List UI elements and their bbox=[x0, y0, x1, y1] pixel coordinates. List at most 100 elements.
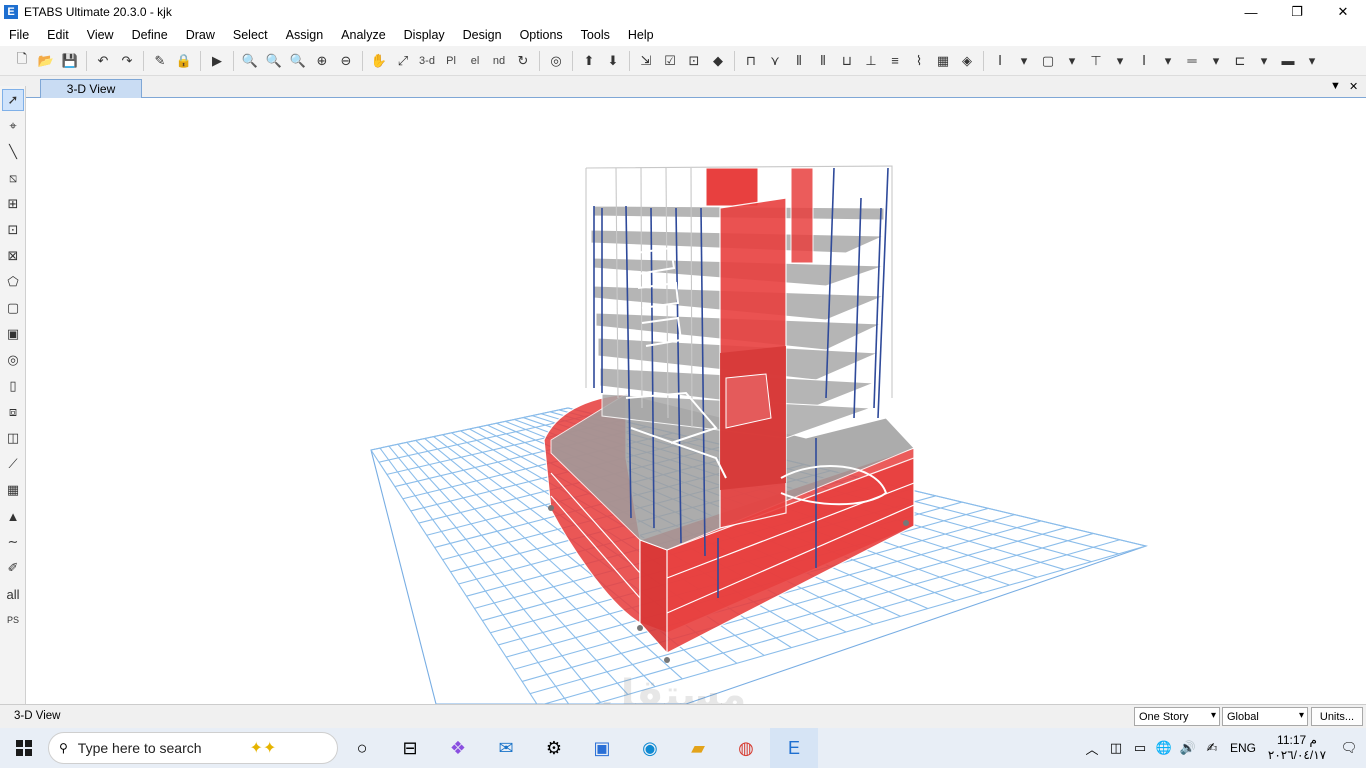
menu-define[interactable]: Define bbox=[123, 28, 177, 42]
link-icon[interactable]: ⊥ bbox=[859, 49, 883, 73]
task-view-icon[interactable]: ○ bbox=[338, 728, 386, 768]
zoom-restore-icon[interactable]: 🔍 bbox=[262, 49, 286, 73]
assign-icon[interactable]: ⊡ bbox=[682, 49, 706, 73]
joist-icon[interactable]: ⫴ bbox=[811, 49, 835, 73]
open-icon[interactable]: 📂 bbox=[34, 49, 58, 73]
undo-icon[interactable]: ↶ bbox=[91, 49, 115, 73]
support-icon[interactable]: ≡ bbox=[883, 49, 907, 73]
structural-model-drawing[interactable] bbox=[26, 98, 1366, 704]
brace-icon[interactable]: ⋎ bbox=[763, 49, 787, 73]
dashed-line-icon[interactable]: ═ bbox=[1180, 49, 1204, 73]
chevron-down-icon[interactable]: ▾ bbox=[1012, 49, 1036, 73]
wall-stack-icon[interactable]: ⊔ bbox=[835, 49, 859, 73]
menu-options[interactable]: Options bbox=[511, 28, 572, 42]
etabs-taskbar-icon[interactable]: E bbox=[770, 728, 818, 768]
object-shrink-icon[interactable]: ⇲ bbox=[634, 49, 658, 73]
zoom-out-icon[interactable]: ⊖ bbox=[334, 49, 358, 73]
slab-icon[interactable]: ▦ bbox=[931, 49, 955, 73]
section-display-icon[interactable]: ▢ bbox=[1036, 49, 1060, 73]
draw-line-icon[interactable]: ╲ bbox=[2, 141, 24, 163]
set-display-options-icon[interactable]: ☑ bbox=[658, 49, 682, 73]
channel-section-icon[interactable]: ⊏ bbox=[1228, 49, 1252, 73]
chevron-down-icon[interactable]: ▾ bbox=[1204, 49, 1228, 73]
reshape-icon[interactable]: ⌖ bbox=[2, 115, 24, 137]
chevron-down-icon[interactable]: ▾ bbox=[1252, 49, 1276, 73]
select-all-button[interactable]: all bbox=[2, 583, 24, 605]
story-select[interactable]: One Story ▾ bbox=[1134, 707, 1220, 726]
menu-draw[interactable]: Draw bbox=[177, 28, 224, 42]
zoom-in-icon[interactable]: ⊕ bbox=[310, 49, 334, 73]
tab-dropdown-icon[interactable]: ▼ bbox=[1330, 80, 1341, 92]
column-section-icon[interactable]: Ⅰ bbox=[1132, 49, 1156, 73]
draw-brace-icon[interactable]: ⊠ bbox=[2, 245, 24, 267]
menu-view[interactable]: View bbox=[78, 28, 123, 42]
save-icon[interactable]: 💾 bbox=[58, 49, 82, 73]
edge-browser-icon[interactable]: ◉ bbox=[626, 728, 674, 768]
3d-model-viewport[interactable] bbox=[26, 98, 1366, 704]
input-language[interactable]: ENG bbox=[1230, 741, 1256, 755]
close-button[interactable]: ✕ bbox=[1320, 0, 1366, 24]
quick-draw-icon[interactable]: ⊡ bbox=[2, 219, 24, 241]
draw-opening-icon[interactable]: ◎ bbox=[2, 349, 24, 371]
chrome-icon[interactable]: ◍ bbox=[722, 728, 770, 768]
perspective-icon[interactable]: ◎ bbox=[544, 49, 568, 73]
chevron-down-icon[interactable]: ▾ bbox=[1156, 49, 1180, 73]
refresh-view-icon[interactable]: ✎ bbox=[148, 49, 172, 73]
beam-icon[interactable]: ⫴ bbox=[787, 49, 811, 73]
tab-3d-view[interactable]: 3-D View bbox=[40, 79, 142, 98]
menu-assign[interactable]: Assign bbox=[277, 28, 333, 42]
menu-select[interactable]: Select bbox=[224, 28, 277, 42]
settings-icon[interactable]: ⚙ bbox=[530, 728, 578, 768]
menu-display[interactable]: Display bbox=[395, 28, 454, 42]
taskbar-search-box[interactable]: ⚲ Type here to search ✦✦ bbox=[48, 732, 338, 764]
draw-column-icon[interactable]: ⊞ bbox=[2, 193, 24, 215]
menu-edit[interactable]: Edit bbox=[38, 28, 78, 42]
frame-icon[interactable]: ⊓ bbox=[739, 49, 763, 73]
line-type-icon[interactable]: ▬ bbox=[1276, 49, 1300, 73]
view-3d-button[interactable]: 3-d bbox=[415, 49, 439, 73]
draw-dimension-icon[interactable]: ▲ bbox=[2, 505, 24, 527]
zoom-all-icon[interactable]: 🔍 bbox=[286, 49, 310, 73]
chevron-up-icon[interactable]: ︿ bbox=[1080, 739, 1104, 758]
measure-icon[interactable]: ⤢ bbox=[391, 49, 415, 73]
redo-icon[interactable]: ↷ bbox=[115, 49, 139, 73]
extrude-icon[interactable]: ◆ bbox=[706, 49, 730, 73]
rotate-icon[interactable]: ↻ bbox=[511, 49, 535, 73]
new-model-icon[interactable]: 🗋 bbox=[10, 49, 34, 73]
select-pointer-icon[interactable]: ➚ bbox=[2, 89, 24, 111]
draw-link-icon[interactable]: ⟋ bbox=[2, 453, 24, 475]
deck-icon[interactable]: ◈ bbox=[955, 49, 979, 73]
draw-rectangle-icon[interactable]: ▢ bbox=[2, 297, 24, 319]
menu-help[interactable]: Help bbox=[619, 28, 663, 42]
copilot-icon[interactable]: ❖ bbox=[434, 728, 482, 768]
move-down-icon[interactable]: ⬇ bbox=[601, 49, 625, 73]
lock-icon[interactable]: 🔒 bbox=[172, 49, 196, 73]
network-icon[interactable]: 🌐 bbox=[1152, 740, 1176, 756]
quick-wall-icon[interactable]: ⧈ bbox=[2, 401, 24, 423]
chevron-down-icon[interactable]: ▾ bbox=[1300, 49, 1324, 73]
pen-icon[interactable]: ✍ bbox=[1200, 740, 1224, 756]
units-button[interactable]: Units... bbox=[1311, 707, 1363, 726]
restore-button[interactable]: ❐ bbox=[1274, 0, 1320, 24]
start-button[interactable] bbox=[0, 728, 48, 768]
i-section-icon[interactable]: Ⅰ bbox=[988, 49, 1012, 73]
tee-section-icon[interactable]: ⊤ bbox=[1084, 49, 1108, 73]
previous-selection-button[interactable]: PS bbox=[2, 609, 24, 631]
run-analysis-icon[interactable]: ▶ bbox=[205, 49, 229, 73]
minimize-button[interactable]: — bbox=[1228, 0, 1274, 24]
quick-floor-icon[interactable]: ▣ bbox=[2, 323, 24, 345]
menu-file[interactable]: File bbox=[0, 28, 38, 42]
outlook-icon[interactable]: ✉ bbox=[482, 728, 530, 768]
move-up-icon[interactable]: ⬆ bbox=[577, 49, 601, 73]
menu-tools[interactable]: Tools bbox=[572, 28, 619, 42]
clock[interactable]: 11:17 م ٢٠٢٦/٠٤/١٧ bbox=[1262, 733, 1332, 763]
volume-icon[interactable]: 🔊 bbox=[1176, 740, 1200, 756]
menu-design[interactable]: Design bbox=[454, 28, 511, 42]
widgets-icon[interactable]: ⊟ bbox=[386, 728, 434, 768]
zoom-window-icon[interactable]: 🔍 bbox=[238, 49, 262, 73]
file-explorer-icon[interactable]: ▰ bbox=[674, 728, 722, 768]
draw-beam-icon[interactable]: ⧅ bbox=[2, 167, 24, 189]
chevron-down-icon[interactable]: ▾ bbox=[1060, 49, 1084, 73]
draw-floor-icon[interactable]: ⬠ bbox=[2, 271, 24, 293]
coordinate-system-select[interactable]: Global ▾ bbox=[1222, 707, 1308, 726]
